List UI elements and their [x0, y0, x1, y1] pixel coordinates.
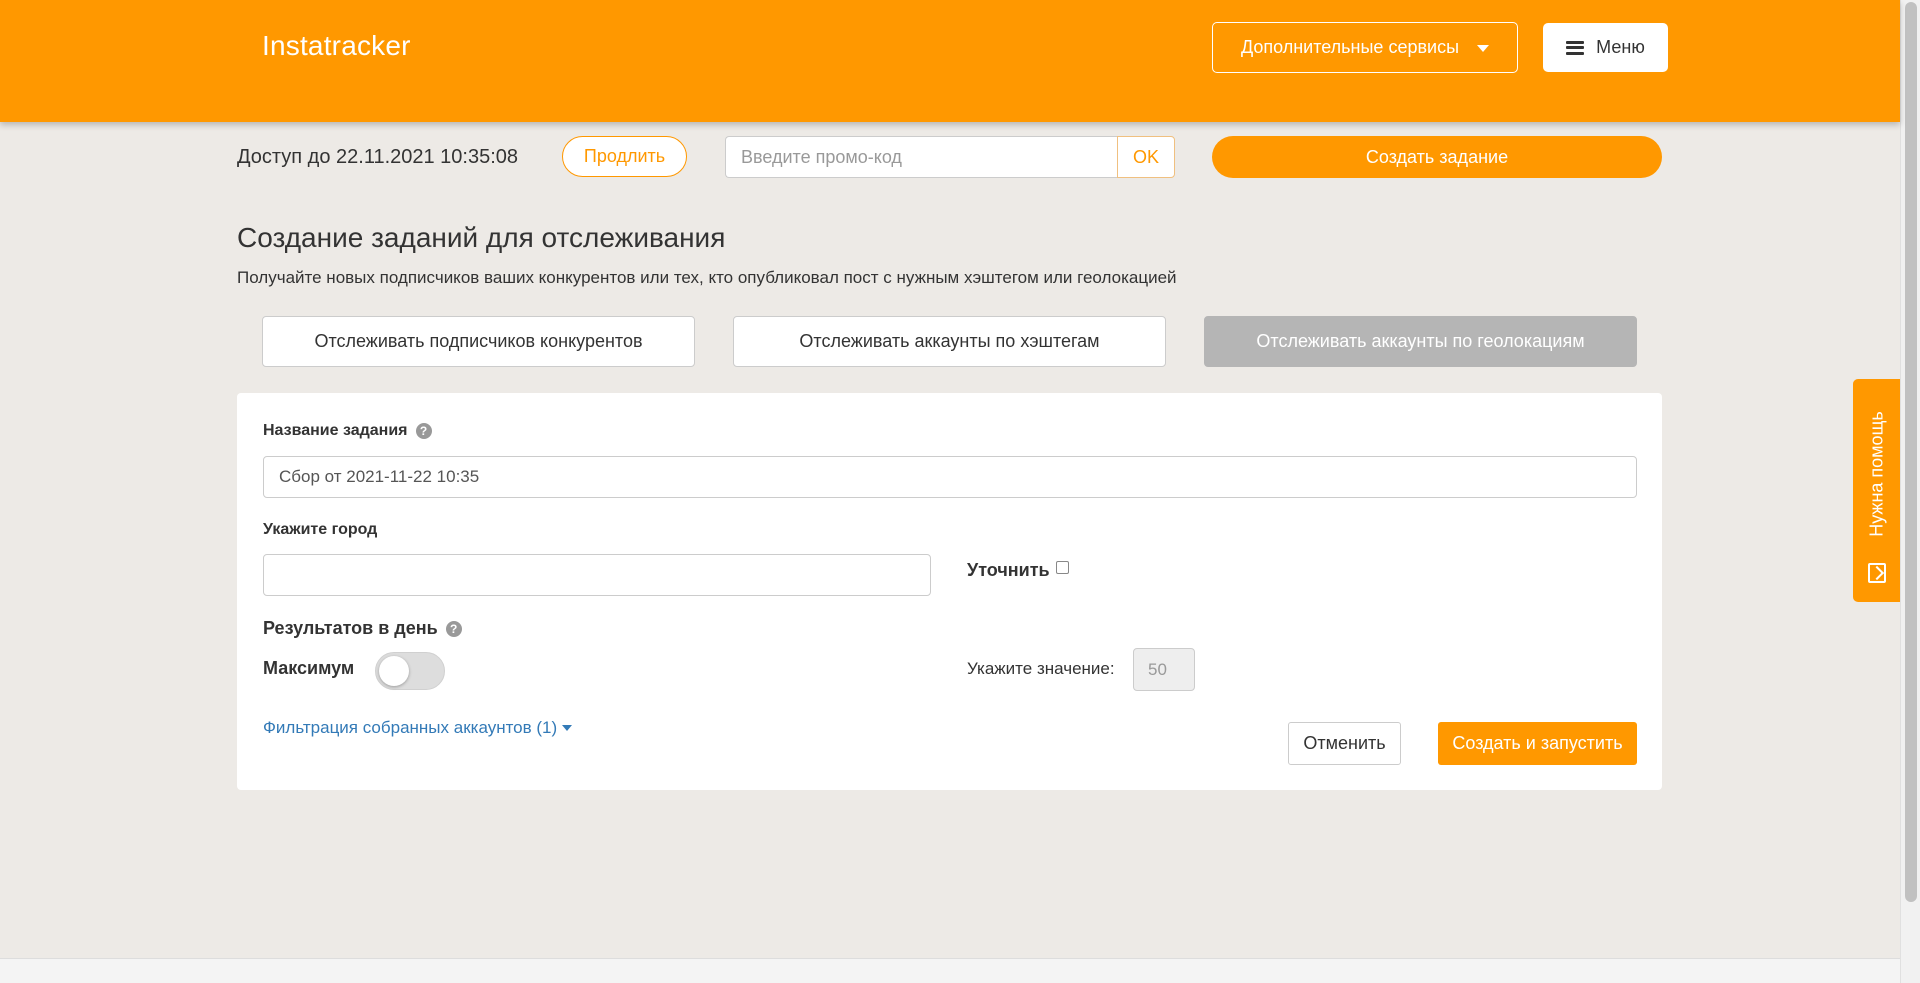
mode-hashtags-button[interactable]: Отслеживать аккаунты по хэштегам: [733, 316, 1166, 367]
value-input[interactable]: [1133, 648, 1195, 691]
page-scrollbar[interactable]: [1900, 0, 1920, 983]
need-help-label: Нужна помощь: [1866, 411, 1886, 537]
city-label: Укажите город: [263, 521, 377, 539]
city-label-text: Укажите город: [263, 521, 378, 538]
task-name-input[interactable]: [263, 456, 1637, 498]
task-name-label-text: Название задания: [263, 422, 408, 439]
refine-label: Уточнить: [967, 560, 1050, 580]
scrollbar-thumb[interactable]: [1905, 2, 1917, 902]
hamburger-icon: [1566, 40, 1585, 55]
top-header: Instatracker Дополнительные сервисы Меню: [0, 0, 1900, 122]
mode-geolocation-button[interactable]: Отслеживать аккаунты по геолокациям: [1204, 316, 1637, 367]
task-name-label: Название задания ?: [263, 422, 432, 440]
page-subtitle: Получайте новых подписчиков ваших конкур…: [237, 268, 1177, 287]
filter-accounts-link[interactable]: Фильтрация собранных аккаунтов (1): [263, 718, 573, 738]
bottom-strip: [0, 958, 1900, 983]
promo-code-group: OK: [725, 136, 1175, 178]
menu-label: Меню: [1596, 37, 1645, 57]
promo-ok-button[interactable]: OK: [1117, 136, 1175, 178]
task-form-card: Название задания ? Укажите город Уточнит…: [237, 393, 1662, 790]
extend-button[interactable]: Продлить: [562, 136, 687, 177]
results-per-day-label-text: Результатов в день: [263, 618, 438, 638]
maximum-toggle[interactable]: [375, 652, 445, 690]
question-circle-icon[interactable]: ?: [445, 620, 462, 637]
results-per-day-label: Результатов в день ?: [263, 618, 462, 639]
logo[interactable]: Instatracker: [262, 30, 411, 62]
additional-services-label: Дополнительные сервисы: [1240, 37, 1460, 57]
toggle-knob: [379, 656, 409, 686]
caret-down-icon: [562, 725, 573, 731]
access-until-text: Доступ до 22.11.2021 10:35:08: [237, 146, 519, 168]
additional-services-button[interactable]: Дополнительные сервисы: [1212, 22, 1518, 73]
create-task-button[interactable]: Создать задание: [1212, 136, 1662, 178]
need-help-tab[interactable]: Нужна помощь: [1853, 379, 1900, 602]
mode-competitor-followers-button[interactable]: Отслеживать подписчиков конкурентов: [262, 316, 695, 367]
create-and-launch-button[interactable]: Создать и запустить: [1438, 722, 1637, 765]
question-circle-icon[interactable]: ?: [415, 423, 432, 439]
city-input[interactable]: [263, 554, 931, 596]
value-label: Укажите значение:: [967, 659, 1115, 678]
refine-checkbox[interactable]: [1056, 561, 1069, 574]
page-title: Создание заданий для отслеживания: [237, 222, 726, 253]
menu-button[interactable]: Меню: [1543, 23, 1668, 72]
promo-code-input[interactable]: [725, 136, 1117, 178]
chat-icon: [1868, 563, 1886, 583]
maximum-label: Максимум: [263, 658, 355, 678]
cancel-button[interactable]: Отменить: [1288, 722, 1401, 765]
chevron-down-icon: [1477, 45, 1490, 52]
filter-accounts-link-text: Фильтрация собранных аккаунтов (1): [263, 718, 558, 737]
